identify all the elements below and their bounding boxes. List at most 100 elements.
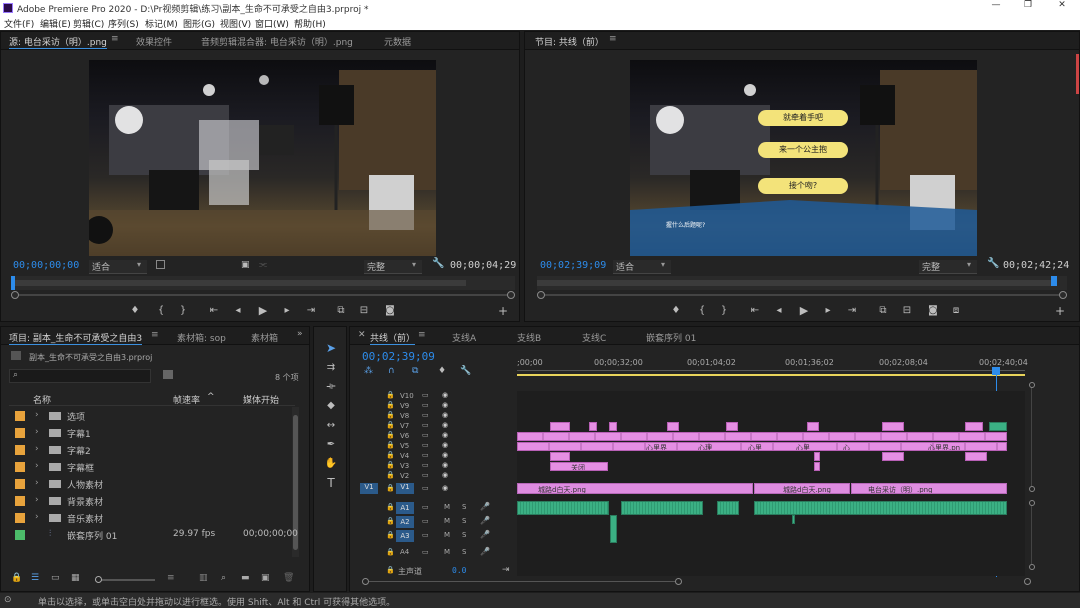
tab-program[interactable]: 节目: 共线（前） xyxy=(535,35,604,48)
restore-icon[interactable]: ❐ xyxy=(1022,0,1034,10)
lock-icon[interactable]: 🔒 xyxy=(386,451,395,459)
timeline-ruler[interactable]: ;00;00 00;00;32;00 00;01;04;02 00;01;36;… xyxy=(517,354,1028,378)
zoom-slider[interactable] xyxy=(95,576,155,583)
tab-effect-controls[interactable]: 效果控件 xyxy=(136,35,172,48)
clip-v5[interactable]: 心里界 心理 心里 心里 心 心里界.pn xyxy=(517,442,1007,451)
step-back-icon[interactable]: ◂ xyxy=(232,304,244,318)
tab-bin-sop[interactable]: 素材箱: sop xyxy=(177,331,226,344)
program-mark-out-icon[interactable]: } xyxy=(718,304,730,318)
eye-icon[interactable]: ◉ xyxy=(442,401,448,409)
sync-lock-icon[interactable]: ▭ xyxy=(422,517,429,525)
track-name[interactable]: A2 xyxy=(396,516,414,528)
insert-icon[interactable]: ⧉ xyxy=(334,304,348,318)
program-scrubber[interactable] xyxy=(537,276,1067,290)
track-name[interactable]: A3 xyxy=(396,530,414,542)
program-step-back-icon[interactable]: ◂ xyxy=(773,304,785,318)
col-name-header[interactable]: 名称 xyxy=(33,393,51,406)
track-name[interactable]: V1 xyxy=(396,483,414,494)
sync-lock-icon[interactable]: ▭ xyxy=(422,484,429,492)
source-scrubber[interactable] xyxy=(11,276,515,290)
tab-audio-mixer[interactable]: 音频剪辑混合器: 电台采访（明）.png xyxy=(201,35,353,48)
sync-lock-icon[interactable]: ▭ xyxy=(422,391,429,399)
sort-icon[interactable]: ≡ xyxy=(167,573,175,583)
microphone-icon[interactable]: 🎤 xyxy=(480,530,490,539)
lock-icon[interactable]: 🔒 xyxy=(386,517,395,525)
clip-v6[interactable] xyxy=(517,432,1007,441)
sync-lock-icon[interactable]: ▭ xyxy=(422,471,429,479)
tab-sequence-c[interactable]: 支线C xyxy=(582,331,606,344)
list-view-icon[interactable]: ☰ xyxy=(31,573,39,583)
clip-v1-b[interactable]: 城路d白天.png xyxy=(754,483,850,494)
clip[interactable] xyxy=(667,422,679,431)
clip[interactable] xyxy=(550,452,570,461)
close-icon[interactable]: ✕ xyxy=(1056,0,1068,10)
program-go-to-out-icon[interactable]: ⇥ xyxy=(845,304,859,318)
playhead-handle[interactable] xyxy=(992,367,1000,375)
solo-button[interactable]: S xyxy=(462,503,466,511)
menu-sequence[interactable]: 序列(S) xyxy=(108,17,139,30)
clip[interactable] xyxy=(726,422,738,431)
automate-icon[interactable]: ▥ xyxy=(199,573,208,583)
lift-icon[interactable]: ⧉ xyxy=(876,304,890,318)
mute-button[interactable]: M xyxy=(444,517,450,525)
list-item[interactable]: › 背景素材 xyxy=(9,492,291,509)
program-go-to-in-icon[interactable]: ⇤ xyxy=(748,304,762,318)
sync-lock-icon[interactable]: ▭ xyxy=(422,451,429,459)
source-playhead[interactable] xyxy=(11,276,15,290)
source-settings-wrench-icon[interactable]: 🔧 xyxy=(432,258,444,269)
expand-chevron-icon[interactable]: › xyxy=(35,410,39,420)
eye-icon[interactable]: ◉ xyxy=(442,421,448,429)
program-zoom-bar[interactable] xyxy=(537,291,1067,299)
menu-view[interactable]: 视图(V) xyxy=(220,17,251,30)
microphone-icon[interactable]: 🎤 xyxy=(480,516,490,525)
mute-button[interactable]: M xyxy=(444,548,450,556)
audio-clip[interactable] xyxy=(754,501,1007,515)
menu-marker[interactable]: 标记(M) xyxy=(145,17,178,30)
program-add-button-icon[interactable]: + xyxy=(1053,304,1067,318)
clip[interactable] xyxy=(814,452,820,461)
project-tab-menu-icon[interactable]: ≡ xyxy=(151,330,159,340)
list-item[interactable]: › 人物素材 xyxy=(9,475,291,492)
clip[interactable] xyxy=(965,452,987,461)
lock-icon[interactable]: 🔒 xyxy=(11,573,22,583)
type-tool-icon[interactable]: T xyxy=(323,476,339,490)
add-marker-icon[interactable]: ♦ xyxy=(129,304,141,318)
sync-lock-icon[interactable]: ▭ xyxy=(422,461,429,469)
lock-icon[interactable]: 🔒 xyxy=(386,401,395,409)
lock-icon[interactable]: 🔒 xyxy=(386,548,395,556)
tab-sequence-a[interactable]: 支线A xyxy=(452,331,476,344)
source-timecode[interactable]: 00;00;00;00 xyxy=(13,260,79,271)
timeline-settings-wrench-icon[interactable]: 🔧 xyxy=(460,366,471,376)
tab-bin[interactable]: 素材箱 xyxy=(251,331,278,344)
expand-chevron-icon[interactable]: › xyxy=(35,512,39,522)
mark-out-icon[interactable]: } xyxy=(177,304,189,318)
clip[interactable] xyxy=(882,452,904,461)
lock-icon[interactable]: 🔒 xyxy=(386,461,395,469)
sync-lock-icon[interactable]: ▭ xyxy=(422,441,429,449)
clip[interactable] xyxy=(807,422,819,431)
clip-v1-c[interactable]: 电台采访（明）.png xyxy=(851,483,1007,494)
audio-clip[interactable] xyxy=(792,515,795,524)
track-area[interactable]: 心里界 心理 心里 心里 心 心里界.pn 关闭 城路d白天.png 城路d白天… xyxy=(517,391,1025,576)
lock-icon[interactable]: 🔒 xyxy=(386,531,395,539)
list-item[interactable]: › 字幕1 xyxy=(9,424,291,441)
video-track-scrollbar[interactable] xyxy=(1028,382,1036,492)
export-frame-camera-icon[interactable]: ◙ xyxy=(383,304,397,318)
tab-sequence-main[interactable]: 共线（前） xyxy=(370,331,416,345)
go-to-in-icon[interactable]: ⇤ xyxy=(207,304,221,318)
program-play-icon[interactable]: ▶ xyxy=(798,304,810,318)
list-item[interactable]: › 字幕框 xyxy=(9,458,291,475)
insert-mark-icon[interactable] xyxy=(156,260,165,269)
snap-icon[interactable]: ∩ xyxy=(388,366,395,376)
lock-icon[interactable]: 🔒 xyxy=(386,391,395,399)
minimize-icon[interactable]: — xyxy=(990,0,1002,10)
trash-icon[interactable]: 🗑 xyxy=(283,573,294,583)
new-item-icon[interactable]: ▣ xyxy=(261,573,270,583)
sync-lock-icon[interactable]: ▭ xyxy=(422,503,429,511)
tab-source[interactable]: 源: 电台采访（明）.png xyxy=(9,35,107,49)
expand-chevron-icon[interactable]: › xyxy=(35,461,39,471)
solo-button[interactable]: S xyxy=(462,548,466,556)
track-select-tool-icon[interactable]: ⇉ xyxy=(323,361,339,375)
eye-icon[interactable]: ◉ xyxy=(442,471,448,479)
clip[interactable] xyxy=(589,422,597,431)
